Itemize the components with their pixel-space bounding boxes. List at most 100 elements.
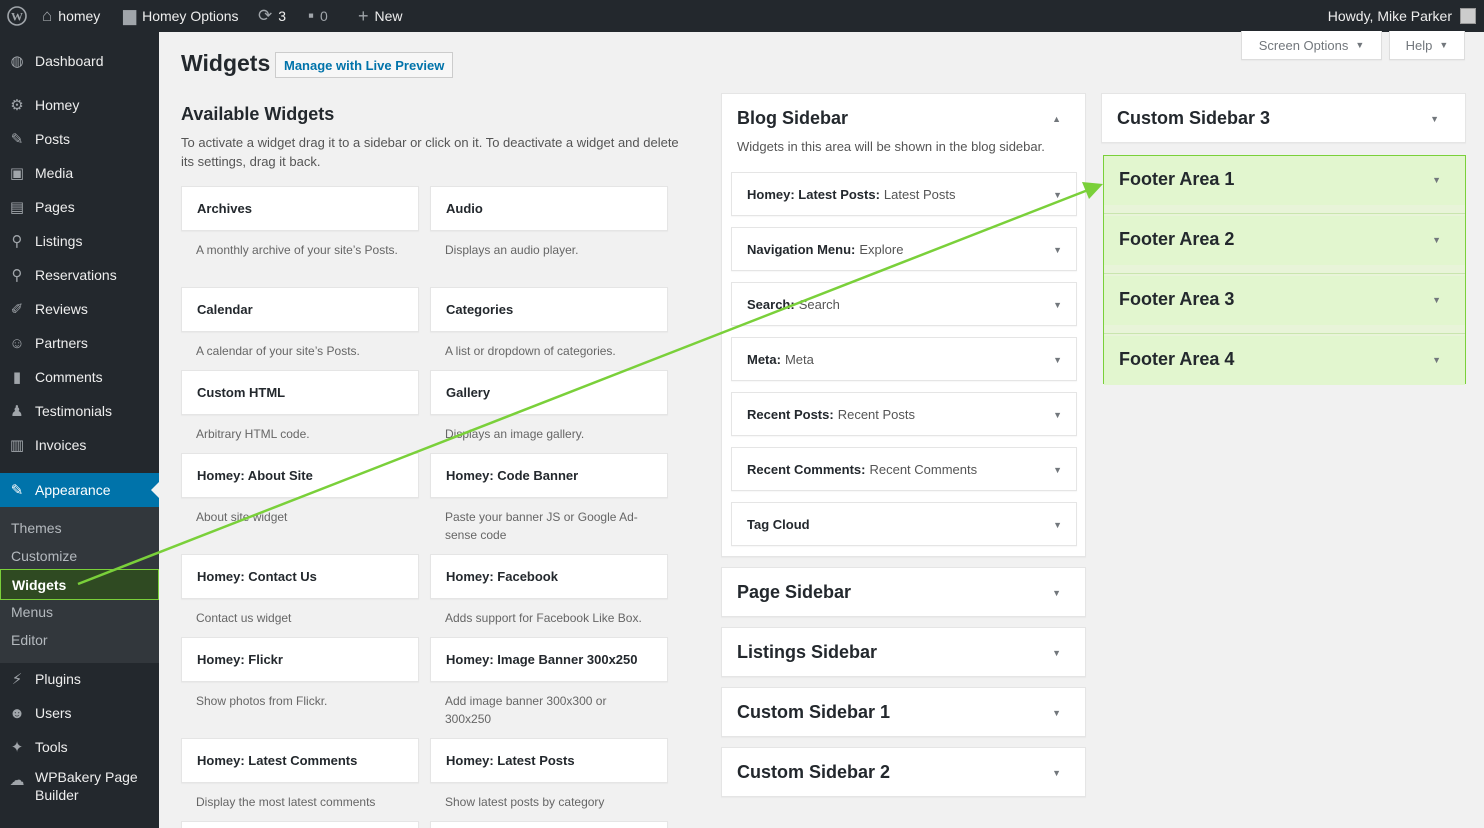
menu-pages[interactable]: ▤ Pages [0, 190, 159, 224]
widget-homey-facebook[interactable]: Homey: Facebook [430, 554, 668, 599]
widget-calendar[interactable]: Calendar [181, 287, 419, 332]
expand-arrow-icon[interactable]: ▼ [1053, 300, 1062, 310]
widget-next[interactable] [430, 821, 668, 828]
expand-arrow-icon[interactable]: ▼ [1053, 355, 1062, 365]
menu-testimonials[interactable]: ♟ Testimonials [0, 394, 159, 428]
menu-plugins[interactable]: ⚡ Plugins [0, 662, 159, 696]
footer-area-2[interactable]: Footer Area 2 ▼ [1104, 216, 1465, 265]
widget-gallery[interactable]: Gallery [430, 370, 668, 415]
expand-arrow-icon[interactable]: ▼ [1053, 245, 1062, 255]
wordpress-logo-icon[interactable]: W [7, 0, 27, 32]
menu-appearance[interactable]: ✎ Appearance [0, 473, 159, 507]
screen-options-button[interactable]: Screen Options ▼ [1241, 31, 1382, 60]
expand-arrow-icon[interactable]: ▼ [1432, 295, 1441, 305]
expand-arrow-icon[interactable]: ▼ [1052, 708, 1061, 718]
widget-homey-latest-comments[interactable]: Homey: Latest Comments [181, 738, 419, 783]
wpbakery-icon: ☁ [9, 772, 25, 789]
expand-arrow-icon[interactable]: ▼ [1053, 520, 1062, 530]
expand-arrow-icon[interactable]: ▼ [1430, 114, 1439, 124]
widget-homey-flickr[interactable]: Homey: Flickr [181, 637, 419, 682]
expand-arrow-icon[interactable]: ▼ [1052, 768, 1061, 778]
pages-icon: ▤ [9, 199, 25, 216]
sidebar-widget[interactable]: Tag Cloud ▼ [731, 502, 1077, 546]
collapse-arrow-icon[interactable]: ▲ [1052, 114, 1061, 124]
submenu-customize[interactable]: Customize [0, 542, 159, 570]
sidebar-widget[interactable]: Meta: Meta ▼ [731, 337, 1077, 381]
menu-media[interactable]: ▣ Media [0, 156, 159, 190]
widget-title: Categories [446, 302, 514, 317]
footer-area-4[interactable]: Footer Area 4 ▼ [1104, 336, 1465, 385]
custom-sidebar-3[interactable]: Custom Sidebar 3 ▼ [1101, 93, 1466, 143]
custom-sidebar-1[interactable]: Custom Sidebar 1 ▼ [721, 687, 1086, 737]
menu-reservations[interactable]: ⚲ Reservations [0, 258, 159, 292]
sidebar-widget[interactable]: Search: Search ▼ [731, 282, 1077, 326]
widget-title: Audio [446, 201, 483, 216]
widget-categories[interactable]: Categories [430, 287, 668, 332]
comments-link[interactable]: ▪ 0 [308, 0, 328, 32]
widget-homey-about-site[interactable]: Homey: About Site [181, 453, 419, 498]
expand-arrow-icon[interactable]: ▼ [1432, 175, 1441, 185]
widget-name: Recent Comments: [747, 461, 866, 477]
updates-link[interactable]: ⟳ 3 [258, 0, 286, 32]
sidebar-title[interactable]: Blog Sidebar [737, 108, 848, 129]
expand-arrow-icon[interactable]: ▼ [1432, 355, 1441, 365]
submenu-editor[interactable]: Editor [0, 626, 159, 654]
menu-comments[interactable]: ▮ Comments [0, 360, 159, 394]
sidebar-widget[interactable]: Navigation Menu: Explore ▼ [731, 227, 1077, 271]
widget-homey-image-banner[interactable]: Homey: Image Banner 300x250 [430, 637, 668, 682]
menu-dashboard[interactable]: ◍ Dashboard [0, 44, 159, 78]
caret-down-icon: ▼ [1355, 40, 1365, 50]
wrench-icon: ✦ [10, 739, 24, 756]
site-name: homey [58, 8, 101, 24]
submenu-widgets[interactable]: Widgets [0, 569, 159, 600]
expand-arrow-icon[interactable]: ▼ [1053, 465, 1062, 475]
custom-sidebar-2[interactable]: Custom Sidebar 2 ▼ [721, 747, 1086, 797]
my-account-link[interactable]: Howdy, Mike Parker [1328, 0, 1476, 32]
widget-custom-html[interactable]: Custom HTML [181, 370, 419, 415]
widget-description: A calendar of your site’s Posts. [196, 344, 360, 358]
expand-arrow-icon[interactable]: ▼ [1052, 648, 1061, 658]
menu-users[interactable]: ☻ Users [0, 696, 159, 730]
listings-sidebar[interactable]: Listings Sidebar ▼ [721, 627, 1086, 677]
footer-area-1[interactable]: Footer Area 1 ▼ [1104, 156, 1465, 205]
pushpin-icon: ✎ [10, 131, 24, 148]
menu-invoices[interactable]: ▥ Invoices [0, 428, 159, 462]
theme-options-link[interactable]: ▆ Homey Options [123, 0, 239, 32]
menu-label: Listings [35, 233, 83, 249]
submenu-themes[interactable]: Themes [0, 514, 159, 542]
sidebar-widget[interactable]: Recent Posts: Recent Posts ▼ [731, 392, 1077, 436]
widget-name: Meta: [747, 351, 781, 367]
expand-arrow-icon[interactable]: ▼ [1052, 588, 1061, 598]
menu-wpbakery[interactable]: ☁ WPBakery Page Builder [0, 768, 159, 808]
manage-live-preview-button[interactable]: Manage with Live Preview [275, 52, 454, 78]
page-title: Widgets [181, 50, 271, 76]
widget-instance-title: Recent Posts [837, 406, 916, 422]
widget-title: Homey: Code Banner [446, 468, 579, 483]
submenu-menus[interactable]: Menus [0, 598, 159, 626]
new-content-link[interactable]: + New [358, 0, 403, 32]
widget-archives[interactable]: Archives [181, 186, 419, 231]
page-sidebar[interactable]: Page Sidebar ▼ [721, 567, 1086, 617]
footer-area-3[interactable]: Footer Area 3 ▼ [1104, 276, 1465, 325]
sidebar-widget[interactable]: Recent Comments: Recent Comments ▼ [731, 447, 1077, 491]
widget-name: Homey: Latest Posts: [747, 186, 880, 202]
widget-next[interactable] [181, 821, 419, 828]
expand-arrow-icon[interactable]: ▼ [1053, 410, 1062, 420]
menu-partners[interactable]: ☺ Partners [0, 326, 159, 360]
menu-reviews[interactable]: ✐ Reviews [0, 292, 159, 326]
help-button[interactable]: Help ▼ [1389, 31, 1465, 60]
widget-title: Homey: About Site [197, 468, 313, 483]
menu-homey[interactable]: ⚙ Homey [0, 88, 159, 122]
expand-arrow-icon[interactable]: ▼ [1053, 190, 1062, 200]
widget-homey-latest-posts[interactable]: Homey: Latest Posts [430, 738, 668, 783]
menu-label: Reviews [35, 301, 88, 317]
sidebar-widget[interactable]: Homey: Latest Posts: Latest Posts ▼ [731, 172, 1077, 216]
menu-listings[interactable]: ⚲ Listings [0, 224, 159, 258]
site-name-link[interactable]: ⌂ homey [42, 0, 100, 32]
menu-tools[interactable]: ✦ Tools [0, 730, 159, 764]
widget-homey-code-banner[interactable]: Homey: Code Banner [430, 453, 668, 498]
widget-audio[interactable]: Audio [430, 186, 668, 231]
menu-posts[interactable]: ✎ Posts [0, 122, 159, 156]
widget-homey-contact-us[interactable]: Homey: Contact Us [181, 554, 419, 599]
expand-arrow-icon[interactable]: ▼ [1432, 235, 1441, 245]
